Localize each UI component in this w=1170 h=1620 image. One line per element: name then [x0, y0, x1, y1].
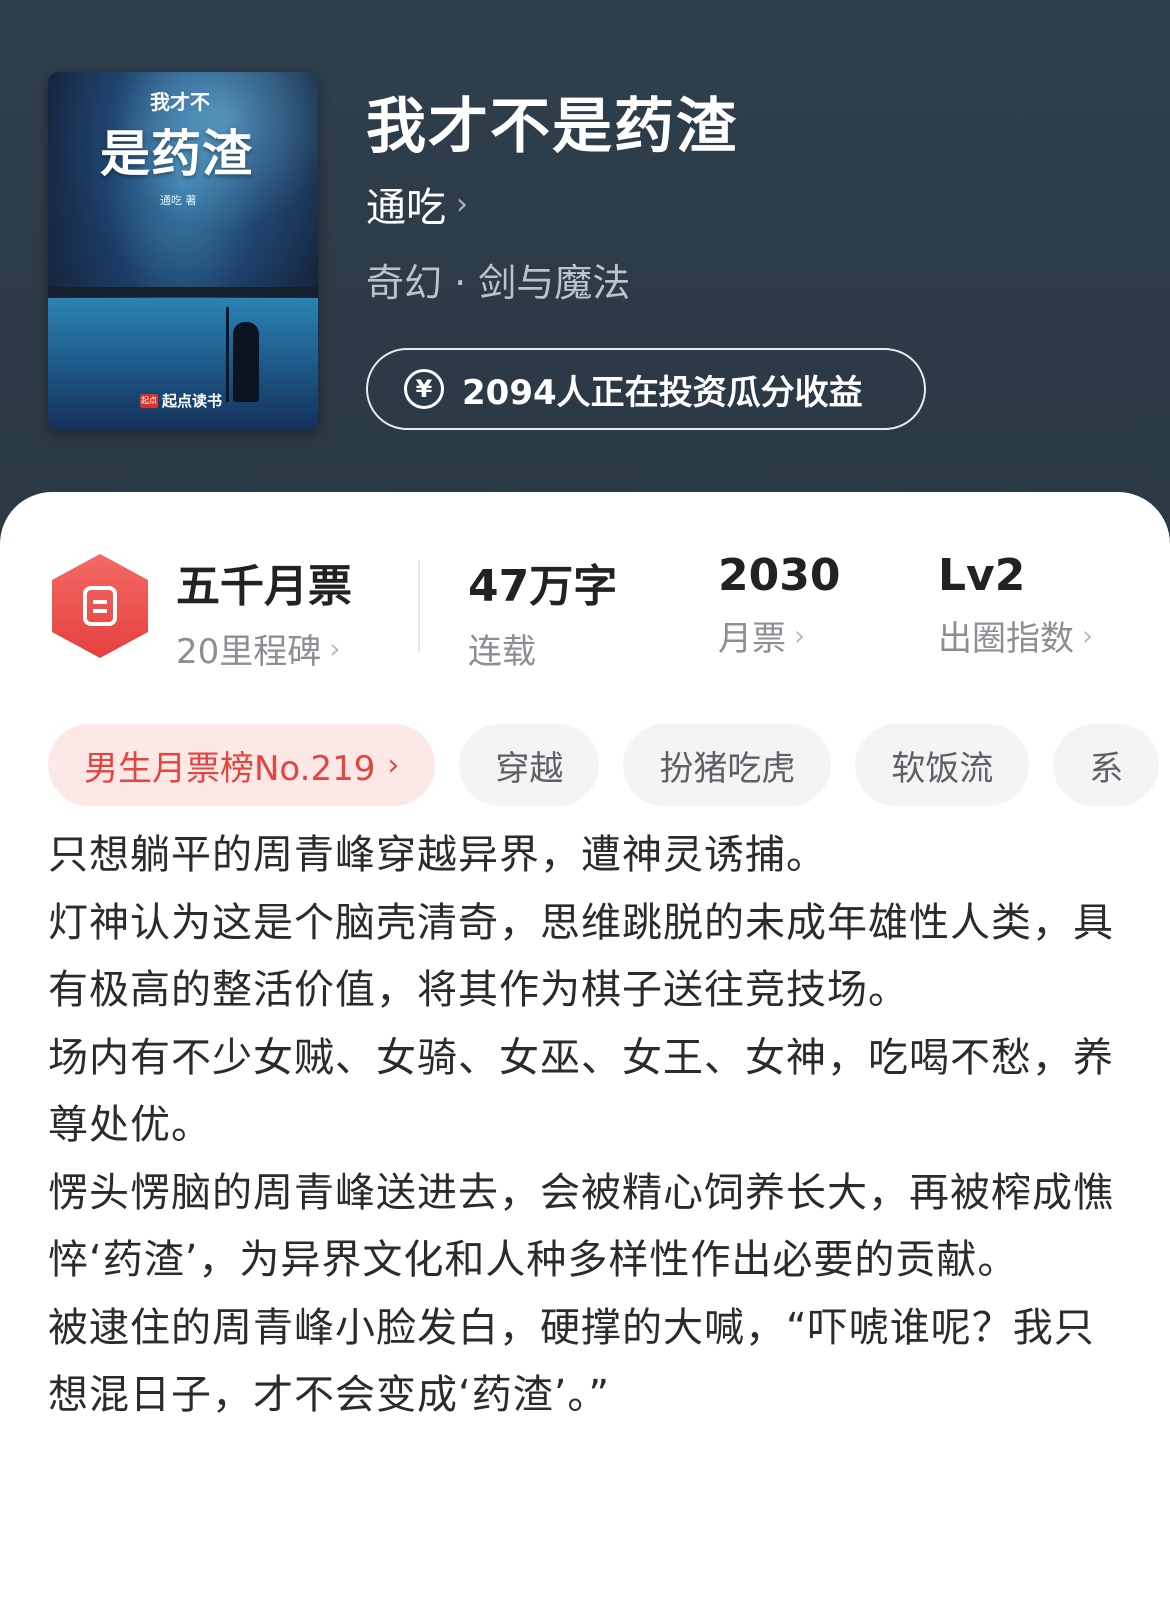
rank-tag[interactable]: 男生月票榜No.219 › — [48, 724, 436, 806]
tag-list: 男生月票榜No.219 › 穿越 扮猪吃虎 软饭流 系 — [48, 724, 1170, 810]
chevron-right-icon: › — [387, 747, 400, 783]
chevron-right-icon: › — [456, 186, 468, 222]
circle-index-value: Lv2 — [938, 550, 1026, 601]
tag-item[interactable]: 穿越 — [459, 724, 600, 806]
description-paragraph: 灯神认为这是个脑壳清奇，思维跳脱的未成年雄性人类，具有极高的整活价值，将其作为棋… — [48, 899, 1114, 1014]
publisher-name: 起点读书 — [162, 392, 223, 410]
stats-divider — [418, 560, 420, 652]
chevron-right-icon: › — [329, 632, 341, 665]
tag-item[interactable]: 软饭流 — [855, 724, 1030, 806]
milestone-sub: 20里程碑 › — [176, 624, 352, 673]
serial-status: 连载 — [468, 632, 536, 672]
book-detail-card: 五千月票 20里程碑 › 47万字 连载 2030 月票 › Lv2 出圈指数 … — [0, 492, 1170, 1620]
monthly-ticket-sub: 月票 › — [718, 611, 840, 660]
author-link[interactable]: 通吃 › — [366, 175, 468, 233]
circle-index-stat[interactable]: Lv2 出圈指数 › — [938, 550, 1093, 660]
ticket-icon — [83, 586, 117, 626]
milestone-stat[interactable]: 五千月票 20里程碑 › — [176, 550, 352, 673]
monthly-ticket-value: 2030 — [718, 550, 841, 601]
circle-index-sub: 出圈指数 › — [938, 611, 1093, 660]
word-count-status: 连载 — [468, 624, 617, 673]
publisher-logo-icon: 起点 — [140, 393, 158, 408]
book-description[interactable]: 只想躺平的周青峰穿越异界，遭神灵诱捕。 灯神认为这是个脑壳清奇，思维跳脱的未成年… — [48, 822, 1128, 1430]
description-paragraph: 场内有不少女贼、女骑、女巫、女王、女神，吃喝不愁，养尊处优。 — [48, 1034, 1114, 1149]
cover-figure — [233, 322, 259, 402]
cover-horizon — [48, 286, 318, 297]
book-header: 我才不 是药渣 通吃 著 起点 起点读书 我才不是药渣 通吃 › 奇幻 · 剑与… — [0, 0, 1170, 560]
book-title: 我才不是药渣 — [366, 92, 738, 162]
cover-big-title: 是药渣 — [100, 125, 253, 183]
description-paragraph: 被逮住的周青峰小脸发白，硬撑的大喊，“吓唬谁呢？我只想混日子，才不会变成‘药渣’… — [48, 1304, 1095, 1419]
circle-index-label: 出圈指数 — [938, 619, 1074, 659]
chevron-right-icon: › — [1082, 619, 1094, 652]
author-name: 通吃 — [366, 185, 446, 231]
book-cover[interactable]: 我才不 是药渣 通吃 著 起点 起点读书 — [48, 72, 318, 430]
rank-tag-label: 男生月票榜No.219 — [84, 748, 376, 789]
word-count-stat: 47万字 连载 — [468, 550, 617, 673]
description-paragraph: 愣头愣脑的周青峰送进去，会被精心饲养长大，再被榨成憔悴‘药渣’，为异界文化和人种… — [48, 1169, 1114, 1284]
description-paragraph: 只想躺平的周青峰穿越异界，遭神灵诱捕。 — [48, 832, 827, 878]
milestone-value: 五千月票 — [176, 561, 352, 612]
chevron-right-icon: › — [794, 619, 806, 652]
cover-staff — [226, 307, 229, 402]
monthly-ticket-stat[interactable]: 2030 月票 › — [718, 550, 840, 660]
monthly-ticket-label: 月票 — [718, 619, 786, 659]
tag-item[interactable]: 扮猪吃虎 — [623, 724, 832, 806]
word-count-value: 47万字 — [468, 561, 618, 612]
tag-item[interactable]: 系 — [1053, 724, 1160, 806]
book-genre[interactable]: 奇幻 · 剑与魔法 — [366, 252, 630, 307]
invest-button[interactable]: ¥ 2094人正在投资瓜分收益 — [366, 348, 926, 430]
cover-author: 通吃 著 — [160, 194, 197, 207]
yen-coin-icon: ¥ — [404, 369, 444, 409]
invest-text: 2094人正在投资瓜分收益 — [462, 372, 863, 413]
milestone-label: 20里程碑 — [176, 632, 322, 672]
cover-publisher: 起点 起点读书 — [140, 390, 222, 411]
cover-small-title: 我才不 — [150, 90, 210, 114]
